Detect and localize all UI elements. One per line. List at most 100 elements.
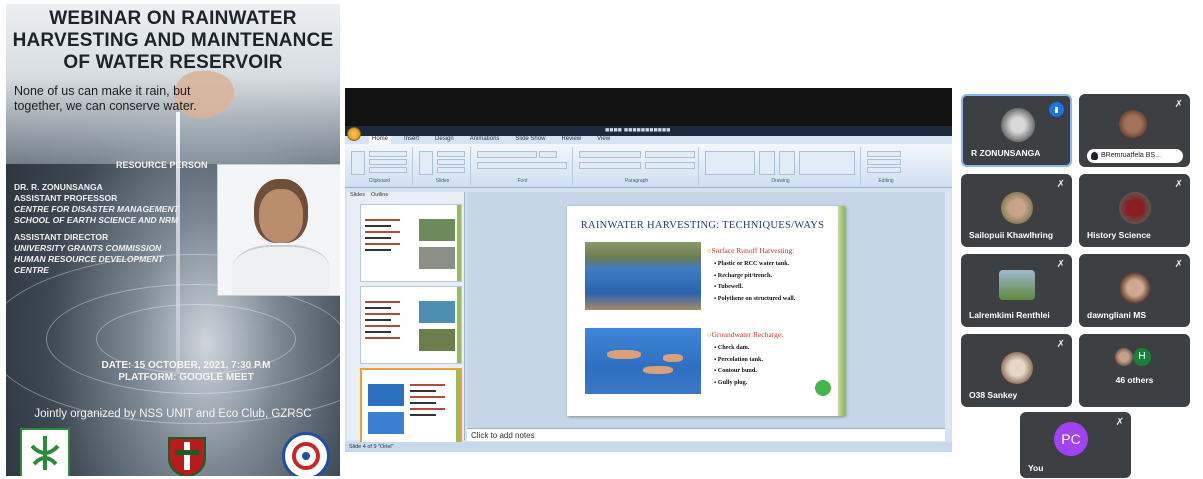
- list-item: Polythene on structured wall.: [714, 293, 796, 305]
- green-dot-decoration: [815, 380, 831, 396]
- shapes-gallery[interactable]: [705, 151, 755, 175]
- convert-smartart-button[interactable]: [645, 162, 695, 169]
- avatar: [1115, 348, 1133, 366]
- list-item: Plastic or RCC water tank.: [714, 258, 795, 270]
- event-date-platform: DATE: 15 OCTOBER, 2021, 7:30 P.M PLATFOR…: [66, 360, 306, 384]
- mic-off-icon: ✗: [1174, 99, 1183, 110]
- participant-name: R ZONUNSANGA: [971, 148, 1041, 158]
- resource-person-label: RESOURCE PERSON: [116, 160, 208, 170]
- shape-format-buttons[interactable]: [799, 151, 855, 175]
- person-name: DR. R. ZONUNSANGA: [14, 182, 103, 192]
- swimming-reservoir-photo: [585, 328, 701, 394]
- font-family-select[interactable]: [477, 151, 537, 158]
- cut-button[interactable]: [369, 151, 407, 157]
- find-button[interactable]: [867, 151, 901, 157]
- slide-thumbnail-selected[interactable]: [360, 368, 462, 446]
- ribbon-group-label: Editing: [878, 178, 894, 184]
- participant-tile[interactable]: ✗ O38 Sankey: [961, 334, 1072, 407]
- nss-logo: [20, 428, 70, 476]
- powerpoint-window: ■■■■ ■■■■■■■■■■■ Home Insert Design Anim…: [345, 126, 952, 452]
- participant-tile[interactable]: ▮ R ZONUNSANGA: [961, 94, 1072, 167]
- vertical-scrollbar[interactable]: [945, 192, 951, 428]
- font-format-buttons[interactable]: [477, 162, 567, 169]
- section-heading-groundwater: Groundwater Recharge:: [707, 330, 784, 339]
- poster-title: WEBINAR ON RAINWATER HARVESTING AND MAIN…: [12, 8, 334, 73]
- reset-button[interactable]: [437, 159, 465, 165]
- new-slide-button[interactable]: [419, 151, 433, 175]
- organizers-line: Jointly organized by NSS UNIT and Eco Cl…: [34, 408, 312, 420]
- tab-view[interactable]: View: [594, 136, 613, 144]
- avatar: [999, 270, 1035, 300]
- quick-styles-button[interactable]: [779, 151, 795, 175]
- participant-name: Sailopuii Khawlhring: [969, 230, 1054, 240]
- tab-slide-show[interactable]: Slide Show: [512, 136, 548, 144]
- window-title: ■■■■ ■■■■■■■■■■■: [605, 127, 671, 134]
- participant-name-pill: BRemruatfela BS...: [1087, 149, 1183, 163]
- others-initial-avatar: H: [1133, 348, 1151, 366]
- participant-tile[interactable]: ✗ dawngliani MS: [1079, 254, 1190, 327]
- mic-off-icon: ✗: [1174, 259, 1183, 270]
- mic-off-icon: ✗: [1056, 339, 1065, 350]
- delete-button[interactable]: [437, 167, 465, 173]
- select-button[interactable]: [867, 167, 901, 173]
- water-tank-photo: [585, 242, 701, 310]
- list-item: Percolation tank.: [714, 354, 763, 366]
- replace-button[interactable]: [867, 159, 901, 165]
- person-icon: [1091, 152, 1098, 160]
- format-painter-button[interactable]: [369, 167, 407, 173]
- slide-thumbnail[interactable]: [360, 204, 462, 282]
- resource-person-photo: [217, 164, 340, 296]
- list-buttons[interactable]: [579, 151, 641, 158]
- audio-level-icon: ▮: [1049, 102, 1064, 117]
- arrange-button[interactable]: [759, 151, 775, 175]
- person-organization-line2: HUMAN RESOURCE DEVELOPMENT: [14, 254, 164, 264]
- layout-button[interactable]: [437, 151, 465, 157]
- tab-slides[interactable]: Slides: [350, 192, 365, 201]
- current-slide[interactable]: RAINWATER HARVESTING: TECHNIQUES/WAYS Su…: [567, 206, 845, 416]
- avatar: [1001, 108, 1035, 142]
- poster-quote: None of us can make it rain, but togethe…: [14, 84, 197, 113]
- ribbon-group-paragraph: Paragraph: [575, 147, 699, 185]
- person-organization-line3: CENTRE: [14, 265, 49, 275]
- mic-off-icon: ✗: [1056, 179, 1065, 190]
- groundwater-list: Check dam. Percolation tank. Contour bun…: [714, 342, 763, 388]
- tab-design[interactable]: Design: [432, 136, 457, 144]
- others-tile[interactable]: H 46 others: [1079, 334, 1190, 407]
- slide-title: RAINWATER HARVESTING: TECHNIQUES/WAYS: [580, 220, 825, 231]
- align-buttons[interactable]: [579, 162, 641, 169]
- participant-tile[interactable]: ✗ Sailopuii Khawlhring: [961, 174, 1072, 247]
- ribbon-group-drawing: Drawing: [701, 147, 861, 185]
- participant-name: History Science: [1087, 230, 1151, 240]
- text-direction-button[interactable]: [645, 151, 695, 158]
- tab-insert[interactable]: Insert: [401, 136, 422, 144]
- person-department: CENTRE FOR DISASTER MANAGEMENT: [14, 204, 179, 214]
- participant-tile[interactable]: ✗ Lalremkimi Renthlei: [961, 254, 1072, 327]
- copy-button[interactable]: [369, 159, 407, 165]
- office-button[interactable]: [347, 127, 361, 141]
- runoff-list: Plastic or RCC water tank. Recharge pit/…: [714, 258, 796, 305]
- event-platform: PLATFORM: GOOGLE MEET: [118, 372, 254, 383]
- ribbon-group-font: Font: [473, 147, 573, 185]
- notes-pane[interactable]: Click to add notes: [467, 428, 945, 441]
- paste-button[interactable]: [351, 151, 365, 175]
- college-logo: [282, 432, 330, 476]
- font-size-select[interactable]: [539, 151, 557, 158]
- ribbon-group-editing: Editing: [863, 147, 909, 185]
- shared-screen: ■■■■ ■■■■■■■■■■■ Home Insert Design Anim…: [345, 88, 952, 452]
- participant-tile[interactable]: ✗ BRemruatfela BS...: [1079, 94, 1190, 167]
- ribbon: Clipboard Slides Font Paragraph Drawing …: [345, 144, 952, 188]
- slide-thumbnail[interactable]: [360, 286, 462, 364]
- tab-home[interactable]: Home: [369, 136, 392, 144]
- tab-animations[interactable]: Animations: [467, 136, 503, 144]
- tab-review[interactable]: Review: [558, 136, 584, 144]
- mic-off-icon: ✗: [1056, 259, 1065, 270]
- participant-name: BRemruatfela BS...: [1101, 152, 1161, 159]
- ribbon-group-label: Font: [517, 178, 528, 184]
- list-item: Check dam.: [714, 342, 763, 354]
- participant-tile[interactable]: ✗ History Science: [1079, 174, 1190, 247]
- avatar: [1119, 110, 1147, 138]
- self-tile[interactable]: PC ✗ You: [1020, 412, 1131, 478]
- slide-editing-area[interactable]: RAINWATER HARVESTING: TECHNIQUES/WAYS Su…: [467, 192, 945, 428]
- tab-outline[interactable]: Outline: [371, 192, 388, 201]
- avatar: [1001, 192, 1033, 224]
